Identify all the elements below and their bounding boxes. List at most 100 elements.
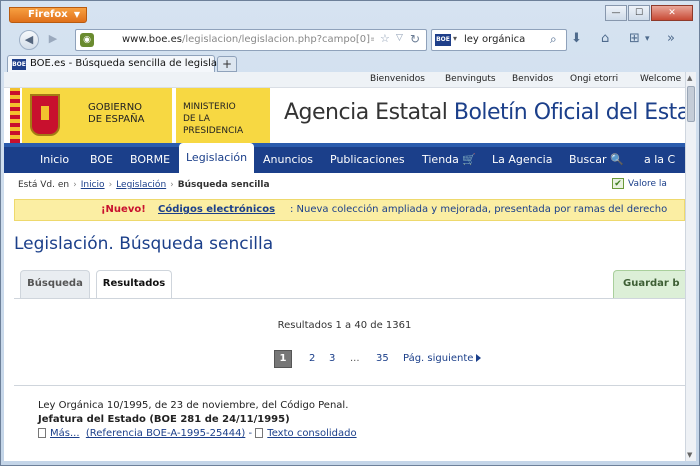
search-icon[interactable]: ⌕ xyxy=(550,32,557,47)
close-window-button[interactable]: ✕ xyxy=(651,5,693,21)
agency-title-blue: Boletín Oficial del Estado xyxy=(453,100,685,125)
tab-title: BOE.es - Búsqueda sencilla de legislació… xyxy=(30,58,238,69)
menu-item-ala[interactable]: a la C xyxy=(644,153,675,166)
banner-description: : Nueva colección ampliada y mejorada, p… xyxy=(290,204,668,215)
menu-item-buscar[interactable]: Buscar 🔍 xyxy=(569,153,624,166)
flag-stripe xyxy=(10,88,20,143)
vertical-scrollbar[interactable]: ▲ ▼ xyxy=(685,72,696,461)
tab-resultados[interactable]: Resultados xyxy=(96,270,172,299)
home-icon[interactable]: ⌂ xyxy=(601,31,609,46)
menu-item-inicio[interactable]: Inicio xyxy=(40,153,69,166)
page-link-3[interactable]: 3 xyxy=(329,353,335,364)
tabs-divider xyxy=(14,298,685,299)
firefox-menu-button[interactable]: Firefox ▼ xyxy=(9,7,87,23)
reload-icon[interactable]: ↻ xyxy=(410,32,420,46)
entry-consolidated-link[interactable]: Texto consolidado xyxy=(267,428,356,439)
new-label: ¡Nuevo! xyxy=(101,204,146,215)
gobierno-line2: DE ESPAÑA xyxy=(88,114,145,125)
page-link-2[interactable]: 2 xyxy=(309,353,315,364)
url-path: /legislacion/legislacion.php?campo[0]=ID… xyxy=(181,34,374,45)
tab-strip: BOE BOE.es - Búsqueda sencilla de legisl… xyxy=(5,55,697,73)
chevron-down-icon: ▼ xyxy=(73,10,80,19)
chevron-right-icon: › xyxy=(108,180,113,190)
boe-favicon-icon: BOE xyxy=(12,59,26,70)
firefox-menu-label: Firefox xyxy=(28,9,68,20)
codigos-electronicos-link[interactable]: Códigos electrónicos xyxy=(158,204,275,215)
lang-link-es[interactable]: Bienvenidos xyxy=(370,74,425,84)
lang-link-en[interactable]: Welcome xyxy=(640,74,681,84)
entry-more-link[interactable]: Más... xyxy=(50,428,80,439)
results-divider xyxy=(14,385,685,386)
menu-item-legislacion[interactable]: Legislación xyxy=(179,143,255,173)
ministry-logo[interactable]: MINISTERIO DE LA PRESIDENCIA xyxy=(174,88,270,143)
entry-title[interactable]: Ley Orgánica 10/1995, de 23 de noviembre… xyxy=(38,399,357,413)
page-viewport: Bienvenidos Benvinguts Benvidos Ongi eto… xyxy=(4,72,685,461)
tab-boe[interactable]: BOE BOE.es - Búsqueda sencilla de legisl… xyxy=(7,55,238,73)
agency-title-plain: Agencia Estatal xyxy=(284,100,454,125)
back-arrow-icon[interactable]: ◀ xyxy=(19,30,39,50)
chevron-down-icon[interactable]: ▾ xyxy=(453,34,457,43)
url-text[interactable]: www.boe.es/legislacion/legislacion.php?c… xyxy=(122,33,374,47)
breadcrumb-current: Búsqueda sencilla xyxy=(177,180,270,190)
url-host: www.boe.es xyxy=(122,34,182,45)
navigation-toolbar: ◀ ▶ ◉ www.boe.es/legislacion/legislacion… xyxy=(5,26,697,54)
history-dropdown-icon[interactable]: ▽ xyxy=(396,33,403,43)
search-engine-icon[interactable]: BOE xyxy=(435,34,451,46)
menu-overflow-icon[interactable]: » xyxy=(667,31,675,46)
document-icon xyxy=(255,428,264,438)
document-icon xyxy=(38,428,46,438)
page-ellipsis: ... xyxy=(350,353,360,364)
tab-busqueda[interactable]: Búsqueda xyxy=(20,270,90,298)
arrow-right-icon xyxy=(476,354,482,362)
page-title: Legislación. Búsqueda sencilla xyxy=(14,234,274,254)
lang-link-eu[interactable]: Ongi etorri xyxy=(570,74,618,84)
ministry-line2: DE LA PRESIDENCIA xyxy=(183,114,244,136)
save-search-button[interactable]: Guardar b xyxy=(613,270,685,298)
search-input[interactable]: ley orgánica xyxy=(464,33,525,47)
new-tab-button[interactable]: + xyxy=(217,56,237,72)
rate-page-link[interactable]: ✔ Valore la xyxy=(612,178,667,189)
chevron-right-icon: › xyxy=(170,180,174,190)
addon-icon[interactable]: ⊞ xyxy=(629,31,640,46)
breadcrumb-home[interactable]: Inicio xyxy=(81,180,105,190)
menu-item-anuncios[interactable]: Anuncios xyxy=(263,153,313,166)
scroll-down-icon[interactable]: ▼ xyxy=(687,451,692,459)
forward-arrow-icon[interactable]: ▶ xyxy=(43,30,63,50)
page-link-35[interactable]: 35 xyxy=(376,353,389,364)
address-bar[interactable]: ◉ www.boe.es/legislacion/legislacion.php… xyxy=(75,29,427,51)
breadcrumb-legislacion[interactable]: Legislación xyxy=(116,180,166,190)
chevron-down-icon[interactable]: ▾ xyxy=(645,34,650,44)
lang-link-ca[interactable]: Benvinguts xyxy=(445,74,496,84)
search-bar[interactable]: BOE ▾ ley orgánica ⌕ xyxy=(431,29,567,51)
scrollbar-thumb[interactable] xyxy=(687,86,695,122)
ministry-line1: MINISTERIO xyxy=(183,102,236,112)
chevron-right-icon: › xyxy=(73,180,77,190)
lang-link-gl[interactable]: Benvidos xyxy=(512,74,553,84)
coat-of-arms-icon xyxy=(30,94,60,136)
next-page-link[interactable]: Pág. siguiente xyxy=(403,353,482,364)
gobierno-logo[interactable]: GOBIERNO DE ESPAÑA xyxy=(22,88,172,143)
menu-item-publicaciones[interactable]: Publicaciones xyxy=(330,153,405,166)
menu-item-tienda[interactable]: Tienda 🛒 xyxy=(422,153,476,166)
language-bar: Bienvenidos Benvinguts Benvidos Ongi eto… xyxy=(4,72,685,88)
entry-issuer: Jefatura del Estado (BOE 281 de 24/11/19… xyxy=(38,414,290,425)
gobierno-line1: GOBIERNO xyxy=(88,102,143,113)
scroll-up-icon[interactable]: ▲ xyxy=(687,74,692,82)
entry-reference-link[interactable]: (Referencia BOE-A-1995-25444) xyxy=(86,428,245,439)
agency-title[interactable]: Agencia Estatal Boletín Oficial del Esta… xyxy=(284,100,685,125)
entry-links: Más... (Referencia BOE-A-1995-25444) - T… xyxy=(38,427,357,441)
site-header: GOBIERNO DE ESPAÑA MINISTERIO DE LA PRES… xyxy=(4,88,685,143)
list-item: Ley Orgánica 10/1995, de 23 de noviembre… xyxy=(38,399,357,441)
results-summary: Resultados 1 a 40 de 1361 xyxy=(277,320,412,331)
news-banner: ¡Nuevo! Códigos electrónicos : Nueva col… xyxy=(14,199,685,221)
site-identity-icon[interactable]: ◉ xyxy=(80,33,94,47)
breadcrumb-prefix: Está Vd. en xyxy=(18,180,70,190)
menu-item-la-agencia[interactable]: La Agencia xyxy=(492,153,552,166)
download-icon[interactable]: ⬇ xyxy=(571,31,582,46)
bookmark-star-icon[interactable]: ☆ xyxy=(380,32,390,45)
menu-item-borme[interactable]: BORME xyxy=(130,153,170,166)
minimize-button[interactable]: — xyxy=(605,5,627,21)
maximize-button[interactable]: ☐ xyxy=(628,5,650,21)
menu-item-boe[interactable]: BOE xyxy=(90,153,113,166)
breadcrumb: Está Vd. en › Inicio › Legislación › Búsqueda … xyxy=(18,180,270,190)
